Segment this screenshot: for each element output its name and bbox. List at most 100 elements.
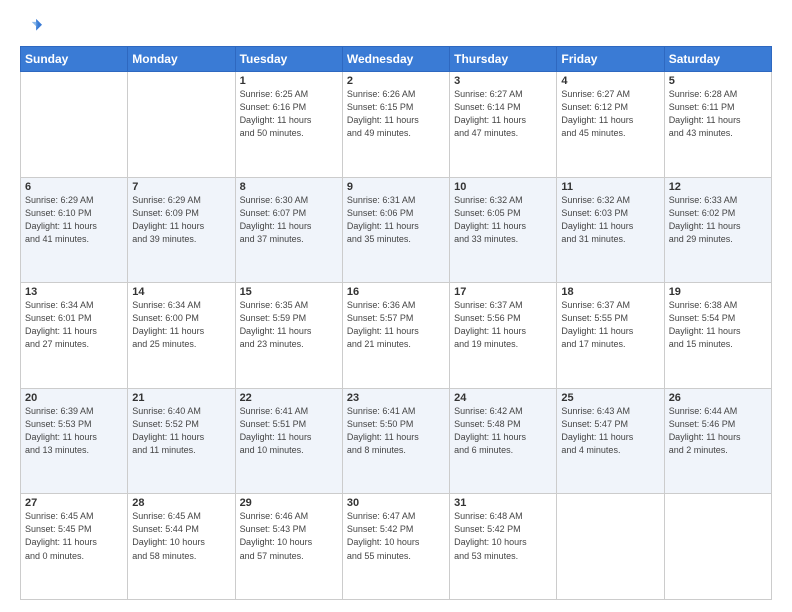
calendar-empty [128, 72, 235, 178]
day-number: 8 [240, 181, 338, 193]
calendar-week-row: 20Sunrise: 6:39 AM Sunset: 5:53 PM Dayli… [21, 388, 772, 494]
day-number: 10 [454, 181, 552, 193]
day-info: Sunrise: 6:32 AM Sunset: 6:03 PM Dayligh… [561, 194, 659, 246]
day-info: Sunrise: 6:37 AM Sunset: 5:56 PM Dayligh… [454, 299, 552, 351]
day-number: 28 [132, 497, 230, 509]
day-info: Sunrise: 6:27 AM Sunset: 6:12 PM Dayligh… [561, 88, 659, 140]
calendar-day: 3Sunrise: 6:27 AM Sunset: 6:14 PM Daylig… [450, 72, 557, 178]
header [20, 16, 772, 38]
day-number: 19 [669, 286, 767, 298]
day-number: 21 [132, 392, 230, 404]
page: SundayMondayTuesdayWednesdayThursdayFrid… [0, 0, 792, 612]
day-info: Sunrise: 6:28 AM Sunset: 6:11 PM Dayligh… [669, 88, 767, 140]
calendar-day: 30Sunrise: 6:47 AM Sunset: 5:42 PM Dayli… [342, 494, 449, 600]
day-info: Sunrise: 6:35 AM Sunset: 5:59 PM Dayligh… [240, 299, 338, 351]
calendar-day: 23Sunrise: 6:41 AM Sunset: 5:50 PM Dayli… [342, 388, 449, 494]
calendar-day: 27Sunrise: 6:45 AM Sunset: 5:45 PM Dayli… [21, 494, 128, 600]
calendar-day: 28Sunrise: 6:45 AM Sunset: 5:44 PM Dayli… [128, 494, 235, 600]
day-info: Sunrise: 6:39 AM Sunset: 5:53 PM Dayligh… [25, 405, 123, 457]
calendar-day: 11Sunrise: 6:32 AM Sunset: 6:03 PM Dayli… [557, 177, 664, 283]
calendar-day: 13Sunrise: 6:34 AM Sunset: 6:01 PM Dayli… [21, 283, 128, 389]
weekday-header: Sunday [21, 47, 128, 72]
calendar-day: 15Sunrise: 6:35 AM Sunset: 5:59 PM Dayli… [235, 283, 342, 389]
calendar-empty [21, 72, 128, 178]
day-number: 7 [132, 181, 230, 193]
day-info: Sunrise: 6:44 AM Sunset: 5:46 PM Dayligh… [669, 405, 767, 457]
calendar-day: 14Sunrise: 6:34 AM Sunset: 6:00 PM Dayli… [128, 283, 235, 389]
day-number: 23 [347, 392, 445, 404]
calendar-day: 17Sunrise: 6:37 AM Sunset: 5:56 PM Dayli… [450, 283, 557, 389]
logo-icon [20, 16, 42, 38]
calendar-day: 10Sunrise: 6:32 AM Sunset: 6:05 PM Dayli… [450, 177, 557, 283]
day-info: Sunrise: 6:31 AM Sunset: 6:06 PM Dayligh… [347, 194, 445, 246]
day-info: Sunrise: 6:34 AM Sunset: 6:00 PM Dayligh… [132, 299, 230, 351]
calendar-empty [557, 494, 664, 600]
calendar-day: 31Sunrise: 6:48 AM Sunset: 5:42 PM Dayli… [450, 494, 557, 600]
weekday-header: Friday [557, 47, 664, 72]
day-number: 6 [25, 181, 123, 193]
day-info: Sunrise: 6:37 AM Sunset: 5:55 PM Dayligh… [561, 299, 659, 351]
day-info: Sunrise: 6:46 AM Sunset: 5:43 PM Dayligh… [240, 510, 338, 562]
calendar-day: 5Sunrise: 6:28 AM Sunset: 6:11 PM Daylig… [664, 72, 771, 178]
weekday-header: Monday [128, 47, 235, 72]
day-number: 3 [454, 75, 552, 87]
calendar-day: 26Sunrise: 6:44 AM Sunset: 5:46 PM Dayli… [664, 388, 771, 494]
day-info: Sunrise: 6:33 AM Sunset: 6:02 PM Dayligh… [669, 194, 767, 246]
calendar-table: SundayMondayTuesdayWednesdayThursdayFrid… [20, 46, 772, 600]
weekday-header: Saturday [664, 47, 771, 72]
day-number: 20 [25, 392, 123, 404]
day-number: 30 [347, 497, 445, 509]
day-info: Sunrise: 6:25 AM Sunset: 6:16 PM Dayligh… [240, 88, 338, 140]
day-info: Sunrise: 6:32 AM Sunset: 6:05 PM Dayligh… [454, 194, 552, 246]
day-number: 2 [347, 75, 445, 87]
calendar-week-row: 1Sunrise: 6:25 AM Sunset: 6:16 PM Daylig… [21, 72, 772, 178]
day-info: Sunrise: 6:27 AM Sunset: 6:14 PM Dayligh… [454, 88, 552, 140]
day-number: 31 [454, 497, 552, 509]
day-number: 13 [25, 286, 123, 298]
weekday-header: Tuesday [235, 47, 342, 72]
day-number: 16 [347, 286, 445, 298]
calendar-day: 4Sunrise: 6:27 AM Sunset: 6:12 PM Daylig… [557, 72, 664, 178]
calendar-header-row: SundayMondayTuesdayWednesdayThursdayFrid… [21, 47, 772, 72]
calendar-day: 12Sunrise: 6:33 AM Sunset: 6:02 PM Dayli… [664, 177, 771, 283]
day-number: 4 [561, 75, 659, 87]
day-info: Sunrise: 6:48 AM Sunset: 5:42 PM Dayligh… [454, 510, 552, 562]
day-number: 12 [669, 181, 767, 193]
day-info: Sunrise: 6:26 AM Sunset: 6:15 PM Dayligh… [347, 88, 445, 140]
day-info: Sunrise: 6:38 AM Sunset: 5:54 PM Dayligh… [669, 299, 767, 351]
day-info: Sunrise: 6:45 AM Sunset: 5:44 PM Dayligh… [132, 510, 230, 562]
day-info: Sunrise: 6:43 AM Sunset: 5:47 PM Dayligh… [561, 405, 659, 457]
day-info: Sunrise: 6:36 AM Sunset: 5:57 PM Dayligh… [347, 299, 445, 351]
day-number: 27 [25, 497, 123, 509]
day-info: Sunrise: 6:42 AM Sunset: 5:48 PM Dayligh… [454, 405, 552, 457]
calendar-empty [664, 494, 771, 600]
day-number: 22 [240, 392, 338, 404]
logo [20, 16, 44, 38]
calendar-day: 25Sunrise: 6:43 AM Sunset: 5:47 PM Dayli… [557, 388, 664, 494]
day-number: 15 [240, 286, 338, 298]
day-number: 18 [561, 286, 659, 298]
day-number: 29 [240, 497, 338, 509]
day-number: 5 [669, 75, 767, 87]
day-number: 11 [561, 181, 659, 193]
day-number: 9 [347, 181, 445, 193]
day-info: Sunrise: 6:34 AM Sunset: 6:01 PM Dayligh… [25, 299, 123, 351]
calendar-day: 9Sunrise: 6:31 AM Sunset: 6:06 PM Daylig… [342, 177, 449, 283]
day-number: 24 [454, 392, 552, 404]
calendar-day: 19Sunrise: 6:38 AM Sunset: 5:54 PM Dayli… [664, 283, 771, 389]
calendar-week-row: 6Sunrise: 6:29 AM Sunset: 6:10 PM Daylig… [21, 177, 772, 283]
calendar-day: 8Sunrise: 6:30 AM Sunset: 6:07 PM Daylig… [235, 177, 342, 283]
calendar-day: 21Sunrise: 6:40 AM Sunset: 5:52 PM Dayli… [128, 388, 235, 494]
calendar-day: 16Sunrise: 6:36 AM Sunset: 5:57 PM Dayli… [342, 283, 449, 389]
calendar-day: 1Sunrise: 6:25 AM Sunset: 6:16 PM Daylig… [235, 72, 342, 178]
weekday-header: Thursday [450, 47, 557, 72]
calendar-day: 6Sunrise: 6:29 AM Sunset: 6:10 PM Daylig… [21, 177, 128, 283]
calendar-day: 22Sunrise: 6:41 AM Sunset: 5:51 PM Dayli… [235, 388, 342, 494]
calendar-day: 24Sunrise: 6:42 AM Sunset: 5:48 PM Dayli… [450, 388, 557, 494]
day-number: 17 [454, 286, 552, 298]
calendar-week-row: 13Sunrise: 6:34 AM Sunset: 6:01 PM Dayli… [21, 283, 772, 389]
calendar-day: 29Sunrise: 6:46 AM Sunset: 5:43 PM Dayli… [235, 494, 342, 600]
day-number: 14 [132, 286, 230, 298]
calendar-day: 7Sunrise: 6:29 AM Sunset: 6:09 PM Daylig… [128, 177, 235, 283]
day-info: Sunrise: 6:41 AM Sunset: 5:51 PM Dayligh… [240, 405, 338, 457]
